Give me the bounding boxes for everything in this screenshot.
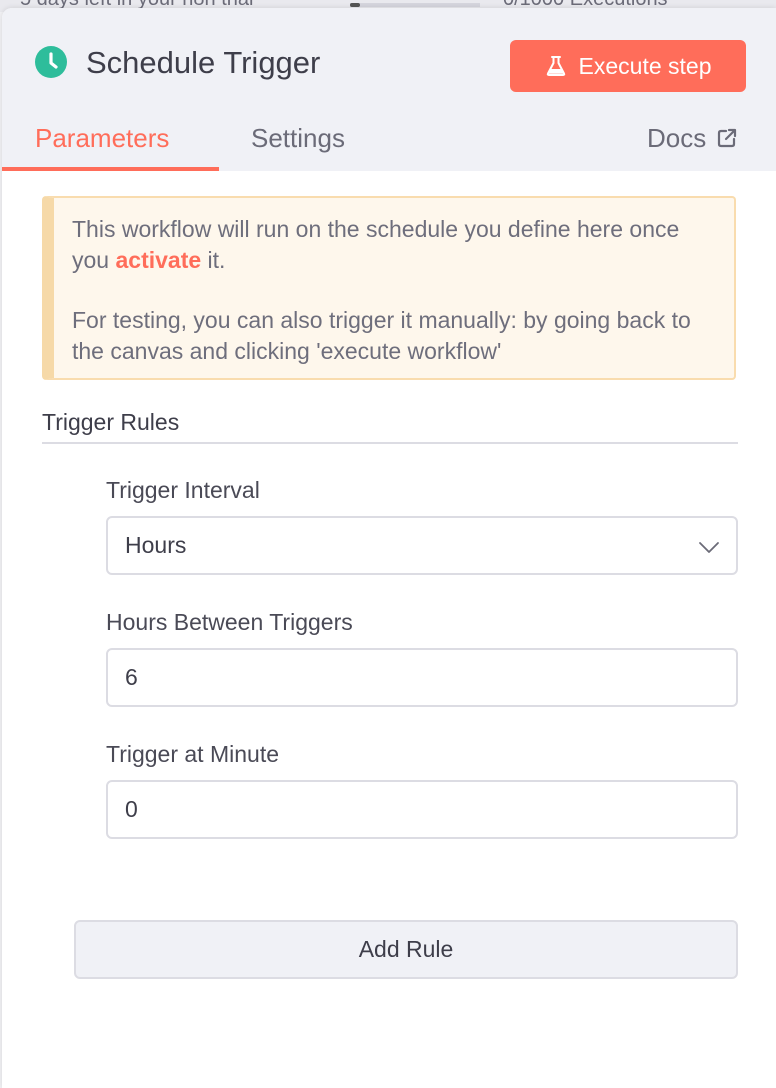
active-tab-indicator	[2, 167, 219, 171]
external-link-icon	[718, 128, 737, 148]
trigger-rules-title: Trigger Rules	[42, 409, 180, 435]
execute-step-label: Execute step	[578, 52, 712, 79]
trigger-interval-value: Hours	[125, 532, 187, 558]
docs-label: Docs	[647, 123, 707, 153]
execute-step-button[interactable]: Execute step	[510, 40, 746, 92]
hours-between-triggers-label: Hours Between Triggers	[106, 609, 353, 635]
chevron-down-icon	[699, 542, 719, 553]
trigger-at-minute-input[interactable]: 0	[106, 780, 738, 839]
node-title: Schedule Trigger	[86, 45, 321, 80]
node-settings-panel: Schedule Trigger Execute step Parameters…	[2, 8, 776, 1088]
schedule-notice: This workflow will run on the schedule y…	[42, 196, 736, 380]
docs-link[interactable]: Docs	[647, 120, 738, 156]
activate-link[interactable]: activate	[115, 247, 201, 273]
trigger-at-minute-value: 0	[125, 796, 138, 822]
clock-icon	[35, 46, 67, 78]
trigger-interval-label: Trigger Interval	[106, 477, 260, 503]
executions-progress-bar	[350, 3, 480, 7]
trigger-at-minute-label: Trigger at Minute	[106, 741, 279, 767]
trigger-interval-select[interactable]: Hours	[106, 516, 738, 575]
flask-icon	[546, 56, 565, 76]
notice-activate-text: This workflow will run on the schedule y…	[72, 216, 680, 273]
notice-testing-text: For testing, you can also trigger it man…	[72, 307, 691, 364]
tab-parameters[interactable]: Parameters	[35, 120, 169, 156]
add-rule-label: Add Rule	[358, 936, 454, 962]
section-divider	[42, 442, 738, 444]
tab-settings[interactable]: Settings	[251, 120, 345, 156]
add-rule-button[interactable]: Add Rule	[74, 920, 738, 979]
panel-header: Schedule Trigger Execute step Parameters…	[2, 8, 776, 171]
hours-between-triggers-input[interactable]: 6	[106, 648, 738, 707]
hours-between-triggers-value: 6	[125, 664, 138, 690]
